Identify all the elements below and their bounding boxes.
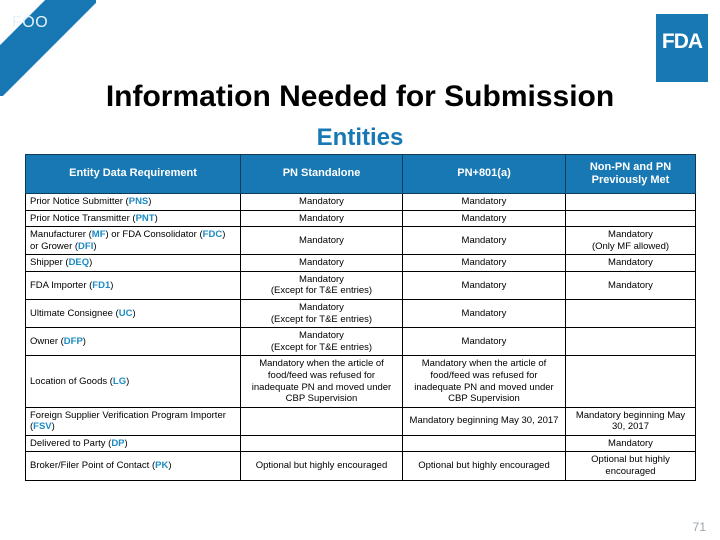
- cell-entity-requirement: Prior Notice Submitter (PNS): [25, 193, 241, 211]
- cell-pn-standalone: Mandatory: [240, 209, 403, 228]
- cell-entity-requirement: Broker/Filer Point of Contact (PK): [25, 451, 241, 481]
- table-row: Delivered to Party (DP) Mandatory: [25, 434, 696, 453]
- cell-pn-standalone: [240, 406, 403, 436]
- cell-entity-requirement: Delivered to Party (DP): [25, 434, 241, 453]
- entity-abbreviation: FD1: [92, 279, 111, 291]
- entity-abbreviation: PNS: [128, 196, 149, 207]
- table-row: Shipper (DEQ) Mandatory Mandatory Mandatory: [25, 254, 696, 272]
- column-header-pn-standalone: PN Standalone: [240, 154, 403, 194]
- cell-pn-standalone: Optional but highly encouraged: [240, 451, 403, 481]
- cell-pn-801a: Mandatory: [402, 209, 566, 228]
- table-row: Ultimate Consignee (UC) Mandatory (Except …: [25, 299, 696, 329]
- cell-entity-requirement: Foreign Supplier Verification Program Im…: [25, 406, 241, 436]
- corner-banner-label: FOO: [12, 14, 49, 31]
- cell-entity-requirement: Shipper (DEQ): [25, 254, 241, 272]
- cell-non-pn-previously-met: Mandatory: [565, 254, 696, 272]
- cell-entity-requirement: Owner (DFP): [25, 327, 241, 357]
- entity-abbreviation: DFP: [63, 335, 83, 347]
- fda-logo: FDA: [656, 14, 708, 82]
- cell-entity-requirement: FDA Importer (FD1): [25, 270, 241, 301]
- entities-table-container: Entity Data Requirement PN Standalone PN…: [25, 154, 696, 481]
- table-row: Manufacturer (MF) or FDA Consolidator (F…: [25, 226, 696, 256]
- cell-pn-801a: Mandatory: [402, 327, 566, 357]
- cell-pn-801a: Mandatory: [402, 254, 566, 272]
- cell-pn-standalone: Mandatory (Except for T&E entries): [240, 327, 403, 357]
- entity-abbreviation: LG: [112, 375, 127, 387]
- cell-entity-requirement: Prior Notice Transmitter (PNT): [25, 209, 241, 228]
- cell-pn-standalone: Mandatory: [240, 226, 403, 256]
- column-header-pn-801a: PN+801(a): [402, 154, 566, 194]
- cell-non-pn-previously-met: [565, 327, 696, 357]
- cell-non-pn-previously-met: [565, 355, 696, 408]
- table-row: FDA Importer (FD1) Mandatory (Except for T…: [25, 270, 696, 301]
- cell-pn-801a: [402, 434, 566, 453]
- column-header-entity-data-requirement: Entity Data Requirement: [25, 154, 241, 194]
- table-row: Foreign Supplier Verification Program Im…: [25, 406, 696, 436]
- table-row: Location of Goods (LG) Mandatory when the…: [25, 355, 696, 408]
- cell-entity-requirement: Location of Goods (LG): [25, 355, 241, 408]
- page-title: Information Needed for Submission: [105, 80, 615, 113]
- table-row: Prior Notice Transmitter (PNT) Mandatory M…: [25, 209, 696, 228]
- table-row: Broker/Filer Point of Contact (PK) Option…: [25, 451, 696, 481]
- cell-non-pn-previously-met: [565, 209, 696, 228]
- cell-pn-801a: Mandatory: [402, 193, 566, 211]
- cell-pn-801a: Mandatory: [402, 299, 566, 329]
- entity-abbreviation: UC: [118, 307, 133, 319]
- entity-abbreviation: PNT: [135, 212, 155, 224]
- cell-pn-801a: Mandatory: [402, 226, 566, 256]
- page-subtitle: Entities: [316, 124, 404, 151]
- cell-pn-801a: Mandatory: [402, 270, 566, 301]
- cell-pn-standalone: [240, 434, 403, 453]
- cell-pn-standalone: Mandatory (Except for T&E entries): [240, 270, 403, 301]
- cell-pn-standalone: Mandatory (Except for T&E entries): [240, 299, 403, 329]
- cell-non-pn-previously-met: Optional but highly encouraged: [565, 451, 696, 481]
- table-row: Prior Notice Submitter (PNS) Mandatory Man…: [25, 193, 696, 211]
- entities-table: Entity Data Requirement PN Standalone PN…: [25, 154, 696, 481]
- entity-abbreviation: DFI: [78, 240, 94, 252]
- cell-non-pn-previously-met: Mandatory (Only MF allowed): [565, 226, 696, 256]
- cell-pn-standalone: Mandatory: [240, 254, 403, 272]
- table-header: Entity Data Requirement PN Standalone PN…: [25, 154, 696, 194]
- cell-pn-801a: Optional but highly encouraged: [402, 451, 566, 481]
- cell-non-pn-previously-met: [565, 299, 696, 329]
- entity-abbreviation: DEQ: [68, 257, 90, 269]
- cell-non-pn-previously-met: Mandatory beginning May 30, 2017: [565, 406, 696, 436]
- cell-pn-standalone: Mandatory when the article of food/feed …: [240, 355, 403, 408]
- table-header-row: Entity Data Requirement PN Standalone PN…: [25, 154, 696, 194]
- cell-pn-standalone: Mandatory: [240, 193, 403, 211]
- cell-non-pn-previously-met: Mandatory: [565, 270, 696, 301]
- table-body: Prior Notice Submitter (PNS) Mandatory Man…: [25, 193, 696, 481]
- entity-abbreviation: PK: [155, 460, 169, 472]
- cell-pn-801a: Mandatory when the article of food/feed …: [402, 355, 566, 408]
- cell-pn-801a: Mandatory beginning May 30, 2017: [402, 406, 566, 436]
- cell-entity-requirement: Manufacturer (MF) or FDA Consolidator (F…: [25, 226, 241, 256]
- fda-logo-text: FDA: [661, 30, 703, 53]
- entity-abbreviation: MF: [91, 229, 106, 241]
- cell-non-pn-previously-met: Mandatory: [565, 434, 696, 453]
- column-header-non-pn-previously-met: Non-PN and PN Previously Met: [565, 154, 696, 194]
- slide-number: 71: [692, 520, 706, 534]
- entity-abbreviation: DP: [111, 437, 125, 449]
- entity-abbreviation: FSV: [33, 421, 52, 433]
- cell-entity-requirement: Ultimate Consignee (UC): [25, 299, 241, 329]
- entity-abbreviation: FDC: [202, 229, 223, 241]
- cell-non-pn-previously-met: [565, 193, 696, 211]
- table-row: Owner (DFP) Mandatory (Except for T&E entr…: [25, 327, 696, 357]
